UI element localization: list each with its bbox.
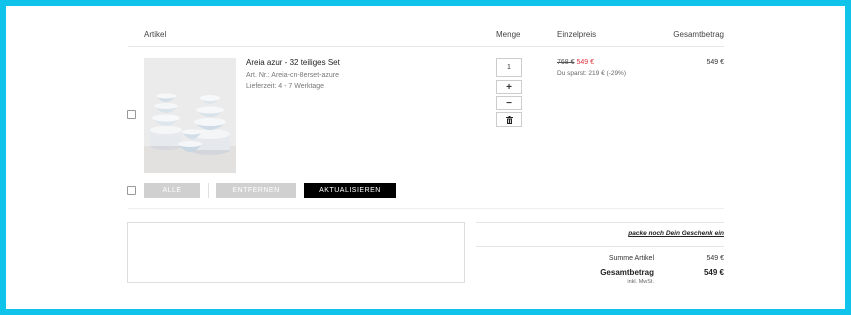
grand-total-value: 549 € (703, 268, 724, 277)
vat-note: inkl. MwSt. (627, 279, 654, 285)
update-button[interactable]: AKTUALISIEREN (304, 183, 396, 198)
summary-top-divider (476, 222, 724, 223)
plus-icon: + (506, 81, 512, 93)
minus-icon: − (506, 97, 512, 109)
product-sku: Art. Nr.: Areia-cn-8erset-azure (246, 72, 339, 79)
header-quantity: Menge (496, 30, 521, 39)
subtotal-label: Summe Artikel (608, 255, 654, 262)
price-block: 768 € 549 € (557, 59, 594, 66)
remove-button[interactable]: ENTFERNEN (216, 183, 296, 198)
note-textarea[interactable] (127, 222, 465, 283)
header-unit-price: Einzelpreis (557, 30, 597, 39)
delete-item-button[interactable] (496, 112, 522, 127)
grand-total-label: Gesamtbetrag (600, 268, 654, 277)
select-all-checkbox[interactable] (127, 186, 136, 195)
increase-quantity-button[interactable]: + (496, 80, 522, 94)
gift-wrap-link[interactable]: packe noch Dein Geschenk ein (620, 230, 724, 237)
header-total: Gesamtbetrag (673, 30, 724, 39)
trash-icon (505, 115, 513, 124)
product-name[interactable]: Areia azur - 32 teiliges Set (246, 58, 340, 67)
product-delivery-time: Lieferzeit: 4 - 7 Werktage (246, 83, 325, 90)
decrease-quantity-button[interactable]: − (496, 96, 522, 110)
dinnerware-set-photo-icon (144, 58, 236, 173)
header-divider (128, 46, 724, 47)
header-article: Artikel (144, 30, 167, 39)
subtotal-value: 549 € (706, 255, 724, 262)
summary-divider (476, 246, 724, 247)
quantity-input[interactable]: 1 (496, 58, 522, 77)
line-total: 549 € (706, 59, 724, 66)
savings-text: Du sparst: 219 € (-29%) (557, 70, 627, 77)
action-divider (208, 183, 209, 198)
select-all-button[interactable]: ALLE (144, 183, 200, 198)
section-divider (128, 208, 724, 209)
product-image[interactable] (144, 58, 236, 173)
old-price: 768 € (557, 59, 575, 66)
item-select-checkbox[interactable] (127, 110, 136, 119)
sale-price: 549 € (576, 59, 595, 66)
